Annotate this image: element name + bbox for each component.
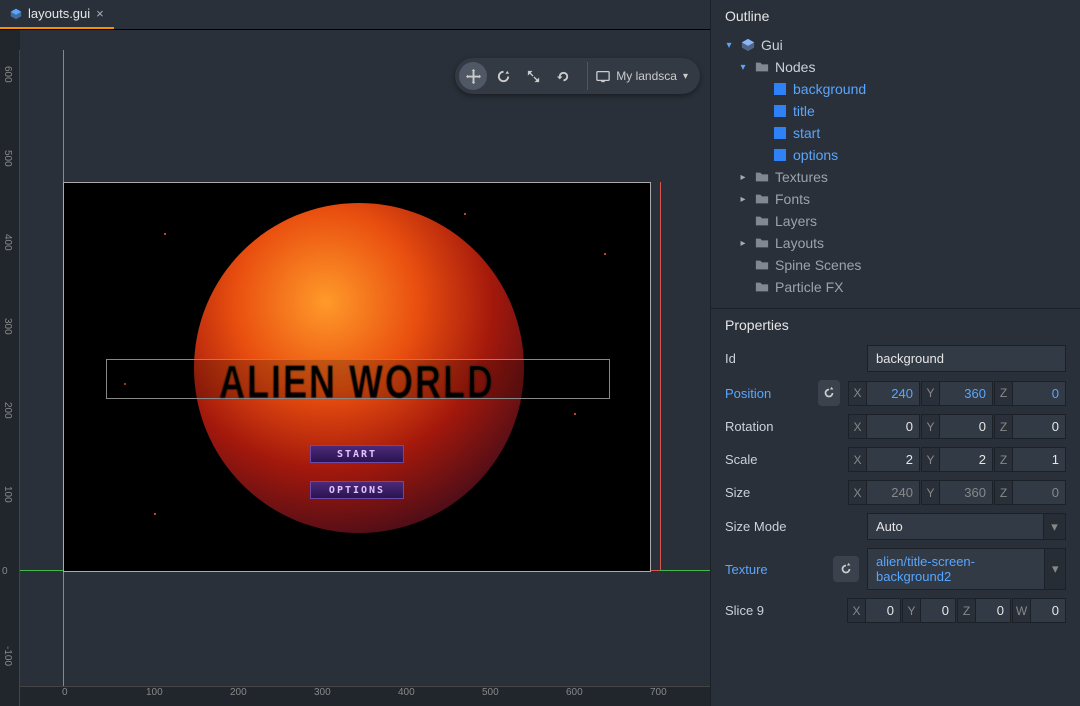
prop-slice9: Slice 9 X Y Z W: [711, 594, 1080, 627]
layout-dropdown-label: My landsca: [616, 69, 677, 83]
position-x-input[interactable]: [867, 382, 919, 405]
outline-gui[interactable]: Gui: [719, 34, 1072, 56]
tab-bar: layouts.gui ×: [0, 0, 710, 30]
id-input[interactable]: [867, 345, 1066, 372]
folder-icon: [755, 280, 769, 294]
position-z-input[interactable]: [1013, 382, 1065, 405]
prop-texture: Texture alien/title-screen-background2 ▾: [711, 544, 1080, 594]
outline-layers[interactable]: Layers: [719, 210, 1072, 232]
tool-scale[interactable]: [519, 62, 547, 90]
folder-icon: [755, 60, 769, 74]
box-node-icon: [773, 82, 787, 96]
position-y-input[interactable]: [940, 382, 992, 405]
outline-node-options[interactable]: options: [719, 144, 1072, 166]
chevron-down-icon: ▾: [683, 71, 688, 82]
chevron-down-icon: ▾: [1044, 549, 1065, 589]
box-node-icon: [773, 104, 787, 118]
rotation-y-input[interactable]: [940, 415, 992, 438]
rotation-z-input[interactable]: [1013, 415, 1065, 438]
folder-icon: [755, 236, 769, 250]
tab-close-icon[interactable]: ×: [96, 6, 104, 21]
prop-rotation: Rotation X Y Z: [711, 410, 1080, 443]
caret-icon[interactable]: [737, 62, 749, 73]
tool-refresh[interactable]: [549, 62, 577, 90]
prop-scale: Scale X Y Z: [711, 443, 1080, 476]
caret-icon[interactable]: [723, 40, 735, 51]
prop-size-mode: Size Mode Auto ▾: [711, 509, 1080, 544]
scene-start-button: START: [310, 445, 404, 463]
ruler-bottom: 0 100 200 300 400 500 600 700: [20, 686, 710, 706]
size-z-input[interactable]: [1013, 481, 1065, 504]
viewport-canvas[interactable]: ALIEN WORLD START OPTIONS: [20, 50, 710, 686]
properties-header: Properties: [711, 309, 1080, 341]
outline-spine-scenes[interactable]: Spine Scenes: [719, 254, 1072, 276]
size-mode-select[interactable]: Auto ▾: [867, 513, 1066, 540]
outline-nodes[interactable]: Nodes: [719, 56, 1072, 78]
chevron-down-icon: ▾: [1043, 514, 1065, 539]
outline-textures[interactable]: Textures: [719, 166, 1072, 188]
outline-header: Outline: [711, 0, 1080, 32]
tab-filename: layouts.gui: [28, 6, 90, 21]
slice9-x-input[interactable]: [866, 599, 900, 622]
box-node-icon: [773, 148, 787, 162]
size-x-input[interactable]: [867, 481, 919, 504]
reset-texture-button[interactable]: [833, 556, 859, 582]
caret-icon[interactable]: [737, 172, 749, 183]
gui-icon: [741, 38, 755, 52]
ruler-corner: [0, 30, 20, 50]
prop-id: Id: [711, 341, 1080, 376]
slice9-w-input[interactable]: [1031, 599, 1065, 622]
scene-title-text: ALIEN WORLD: [64, 355, 650, 410]
slice9-y-input[interactable]: [921, 599, 955, 622]
outline-node-start[interactable]: start: [719, 122, 1072, 144]
size-y-input[interactable]: [940, 481, 992, 504]
prop-position: Position X Y Z: [711, 376, 1080, 410]
outline-layouts[interactable]: Layouts: [719, 232, 1072, 254]
tool-rotate[interactable]: [489, 62, 517, 90]
outline-node-title[interactable]: title: [719, 100, 1072, 122]
scale-x-input[interactable]: [867, 448, 919, 471]
scale-y-input[interactable]: [940, 448, 992, 471]
scene-options-button: OPTIONS: [310, 481, 404, 499]
outline-particle-fx[interactable]: Particle FX: [719, 276, 1072, 298]
folder-icon: [755, 214, 769, 228]
tool-move[interactable]: [459, 62, 487, 90]
texture-select[interactable]: alien/title-screen-background2 ▾: [867, 548, 1066, 590]
reset-position-button[interactable]: [818, 380, 840, 406]
folder-icon: [755, 192, 769, 206]
caret-icon[interactable]: [737, 194, 749, 205]
tab-layouts-gui[interactable]: layouts.gui ×: [0, 0, 114, 29]
ruler-vertical: 600 500 400 300 200 100 0 -100: [0, 50, 20, 706]
folder-icon: [755, 258, 769, 272]
outline-fonts[interactable]: Fonts: [719, 188, 1072, 210]
origin-line-v: [660, 182, 661, 570]
viewport-toolbar: My landsca ▾: [455, 58, 700, 94]
outline-tree: Gui Nodes background title: [711, 32, 1080, 308]
slice9-z-input[interactable]: [976, 599, 1010, 622]
box-node-icon: [773, 126, 787, 140]
folder-icon: [755, 170, 769, 184]
caret-icon[interactable]: [737, 238, 749, 249]
scale-z-input[interactable]: [1013, 448, 1065, 471]
layout-dropdown[interactable]: My landsca ▾: [587, 62, 696, 90]
prop-size: Size X Y Z: [711, 476, 1080, 509]
gui-file-icon: [10, 8, 22, 20]
outline-node-background[interactable]: background: [719, 78, 1072, 100]
scene-root[interactable]: ALIEN WORLD START OPTIONS: [63, 182, 651, 572]
rotation-x-input[interactable]: [867, 415, 919, 438]
